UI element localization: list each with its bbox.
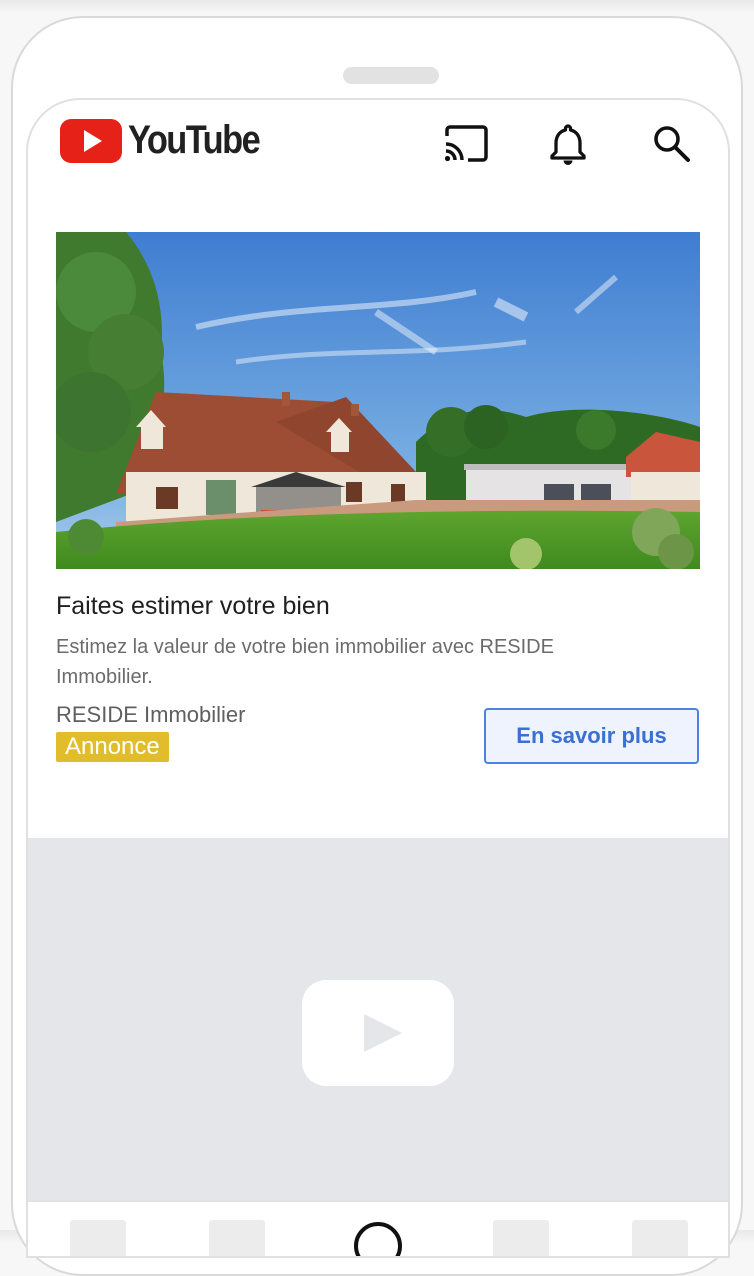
- nav-item-1[interactable]: [70, 1220, 126, 1256]
- nav-item-4[interactable]: [493, 1220, 549, 1256]
- youtube-logo[interactable]: YouTube: [60, 118, 281, 163]
- cast-button[interactable]: [440, 118, 492, 170]
- app-header: YouTube: [28, 100, 728, 190]
- ad-badge: Annonce: [56, 732, 169, 762]
- notifications-button[interactable]: [542, 118, 594, 170]
- ad-title[interactable]: Faites estimer votre bien: [56, 592, 330, 621]
- cast-icon: [444, 125, 488, 162]
- youtube-logo-icon: [60, 118, 122, 163]
- nav-item-2[interactable]: [209, 1220, 265, 1256]
- nav-item-center[interactable]: [354, 1222, 402, 1256]
- video-play-icon: [302, 980, 454, 1086]
- search-button[interactable]: [646, 118, 698, 170]
- bottom-navigation: [28, 1200, 728, 1256]
- nav-item-5[interactable]: [632, 1220, 688, 1256]
- learn-more-button[interactable]: En savoir plus: [484, 708, 699, 764]
- video-placeholder[interactable]: [28, 838, 728, 1200]
- advertiser-name: RESIDE Immobilier: [56, 702, 246, 727]
- search-icon: [654, 126, 690, 162]
- phone-speaker: [343, 67, 439, 84]
- ad-house-photo[interactable]: [56, 232, 700, 569]
- bell-icon: [550, 124, 586, 165]
- youtube-logo-text: YouTube: [128, 118, 261, 162]
- phone-screen: YouTube Faites estimer votre bien Estime…: [26, 98, 730, 1258]
- ad-description: Estimez la valeur de votre bien immobili…: [56, 636, 554, 688]
